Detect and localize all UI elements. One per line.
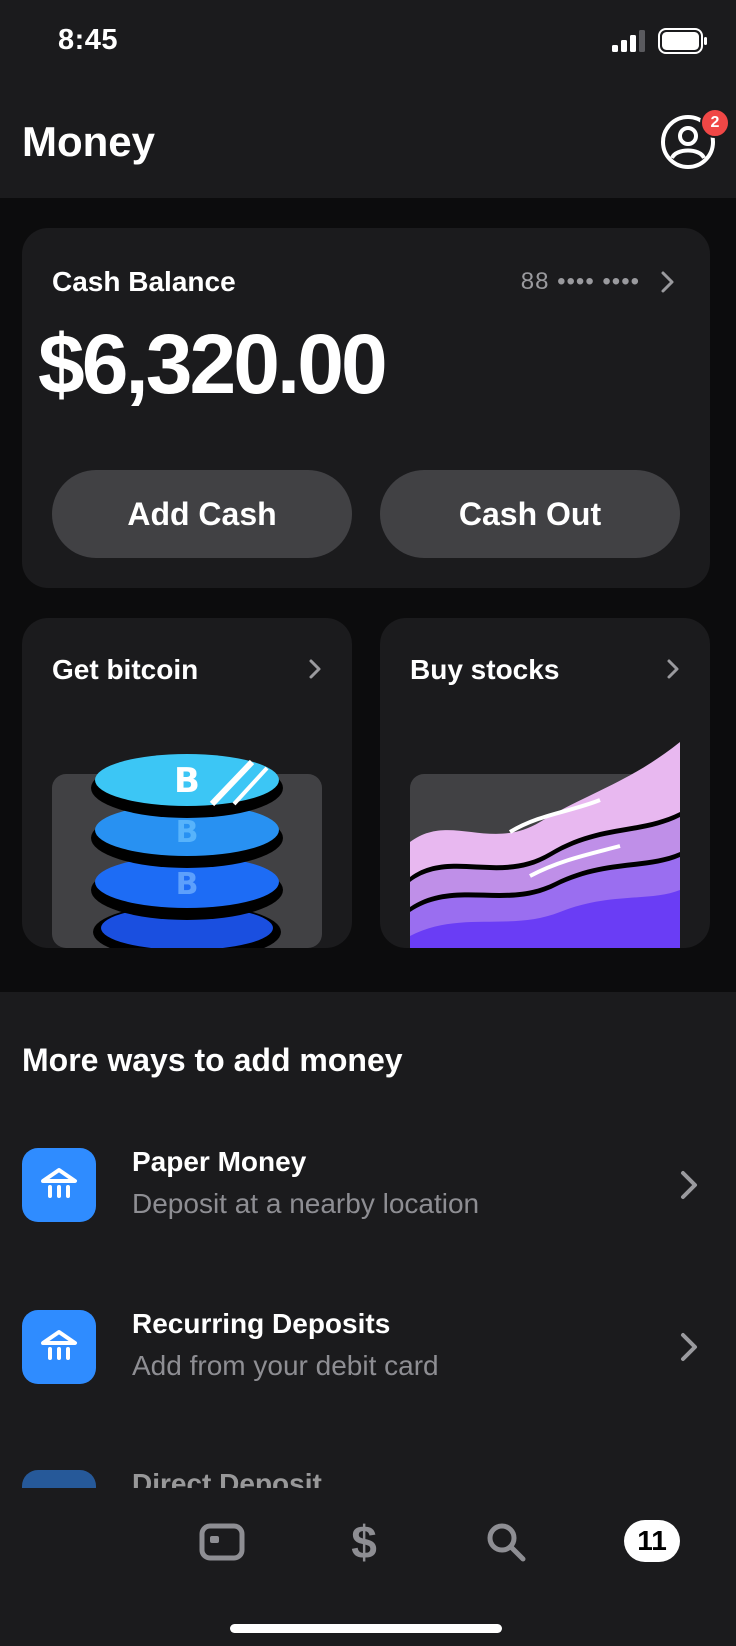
list-item-recurring-deposits[interactable]: Recurring Deposits Add from your debit c… <box>0 1298 736 1408</box>
cash-balance-amount: $6,320.00 <box>38 317 388 411</box>
bank-icon <box>22 1310 96 1384</box>
bank-icon <box>22 1470 96 1488</box>
notification-badge: 2 <box>700 108 730 138</box>
cash-balance-label: Cash Balance <box>52 266 236 297</box>
tab-search[interactable] <box>476 1512 536 1572</box>
home-icon <box>199 1523 245 1561</box>
list-item-direct-deposit[interactable]: Direct Deposit <box>0 1458 736 1488</box>
tab-activity[interactable]: 11 <box>624 1520 680 1562</box>
tab-home[interactable] <box>192 1512 252 1572</box>
svg-text:B: B <box>176 867 199 902</box>
app-header: Money 2 <box>0 90 736 198</box>
page-title: Money <box>22 118 156 165</box>
list-item-title: Direct Deposit <box>132 1468 322 1488</box>
buy-stocks-tile[interactable]: Buy stocks <box>380 618 710 948</box>
bitcoin-coins-illustration: B B B <box>52 754 322 948</box>
more-ways-title: More ways to add money <box>22 1042 403 1078</box>
more-ways-section: More ways to add money Paper Money Depos… <box>0 992 736 1488</box>
home-indicator[interactable] <box>230 1624 502 1633</box>
cash-balance-card[interactable]: Cash Balance 88 •••• •••• $6,320.00 Add … <box>22 228 710 588</box>
bank-icon <box>22 1148 96 1222</box>
get-bitcoin-tile[interactable]: Get bitcoin B B B <box>22 618 352 948</box>
list-item-title: Paper Money <box>132 1146 307 1177</box>
list-item-subtitle: Deposit at a nearby location <box>132 1188 480 1219</box>
chevron-right-icon[interactable] <box>660 270 676 294</box>
chevron-right-icon <box>681 1333 697 1361</box>
get-bitcoin-title: Get bitcoin <box>52 654 199 685</box>
add-cash-button[interactable]: Add Cash <box>52 470 352 558</box>
battery-icon <box>658 28 707 54</box>
account-number-masked: 88 •••• •••• <box>520 268 640 295</box>
svg-text:B: B <box>174 761 200 801</box>
cellular-signal-icon <box>612 30 645 52</box>
chevron-right-icon <box>667 659 679 679</box>
buy-stocks-title: Buy stocks <box>410 654 560 685</box>
list-item-subtitle: Add from your debit card <box>132 1350 439 1381</box>
bottom-tab-bar: $ 11 <box>0 1488 736 1646</box>
chevron-right-icon <box>309 659 321 679</box>
list-item-paper-money[interactable]: Paper Money Deposit at a nearby location <box>0 1136 736 1246</box>
status-bar: 8:45 <box>0 0 736 90</box>
stocks-waves-illustration <box>410 742 680 948</box>
chevron-right-icon <box>681 1171 697 1199</box>
svg-text:B: B <box>176 815 199 850</box>
list-item-title: Recurring Deposits <box>132 1308 391 1339</box>
search-icon <box>487 1523 526 1562</box>
status-time: 8:45 <box>58 24 119 56</box>
tab-money[interactable]: $ <box>334 1512 394 1572</box>
cash-out-button[interactable]: Cash Out <box>380 470 680 558</box>
